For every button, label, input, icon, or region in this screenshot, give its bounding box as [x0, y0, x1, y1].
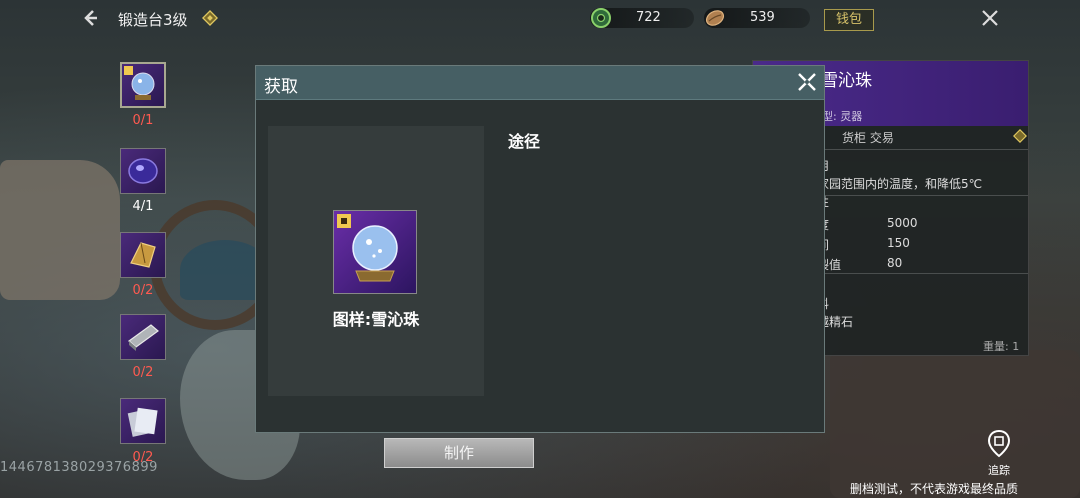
scenery-floor [830, 350, 1080, 498]
bean-coin-icon [705, 10, 725, 26]
material-slot-gold-crystal[interactable] [120, 232, 166, 278]
acquire-dialog: 获取 图样:雪沁珠 途径 [255, 65, 825, 433]
test-disclaimer: 删档测试，不代表游戏最终品质 [850, 482, 1019, 496]
bean-currency-value: 539 [750, 10, 775, 25]
blue-orb-icon [128, 158, 158, 184]
material-slot-silver-bar[interactable] [120, 314, 166, 360]
stat-value: 5000 [887, 216, 918, 230]
location-pin-icon [987, 429, 1011, 458]
dialog-header: 获取 [256, 66, 824, 100]
material-count: 0/2 [132, 283, 154, 298]
snow-orb-pattern-icon [337, 214, 398, 282]
gold-crystal-icon [130, 242, 156, 268]
track-button[interactable]: 追踪 [982, 429, 1016, 478]
item-card: 图样:雪沁珠 [268, 126, 484, 396]
material-slot-snow-orb[interactable] [120, 62, 166, 108]
jade-coin-icon [591, 8, 611, 28]
item-preview[interactable] [333, 210, 417, 294]
item-name: 图样:雪沁珠 [332, 310, 420, 329]
currency-bean: 539 [704, 8, 810, 28]
currency-jade: 722 [590, 8, 694, 28]
wallet-button[interactable]: 钱包 [824, 9, 874, 31]
source-diamond-icon[interactable] [1013, 129, 1027, 143]
effect-text: 家园范围内的温度，和降低5℃ [817, 177, 983, 191]
stat-value: 80 [887, 256, 903, 270]
material-count: 0/1 [132, 113, 154, 128]
detail-item-name: 雪沁珠 [821, 71, 872, 91]
stat-value: 150 [887, 236, 910, 250]
scenery-rock [0, 160, 120, 300]
item-weight: 重量: 1 [983, 340, 1020, 353]
material-count: 4/1 [132, 199, 154, 214]
back-arrow-icon[interactable] [80, 8, 100, 28]
make-button[interactable]: 制作 [384, 438, 534, 468]
silver-bar-icon [128, 324, 159, 351]
close-icon[interactable] [980, 8, 1000, 28]
snow-orb-pattern-icon [124, 66, 155, 100]
jade-currency-value: 722 [636, 10, 661, 25]
material-slot-blue-orb[interactable] [120, 148, 166, 194]
material-slot-paper[interactable] [120, 398, 166, 444]
player-uid: 1446781380293768​99 [0, 460, 158, 475]
page-title: 锻造台3级 [118, 11, 188, 29]
material-count: 0/2 [132, 365, 154, 380]
paper-sheet-icon [127, 407, 158, 437]
dialog-title: 获取 [264, 77, 298, 97]
close-icon[interactable] [796, 71, 818, 93]
track-label: 追踪 [988, 464, 1010, 477]
source-heading: 途径 [508, 132, 541, 151]
top-bar: 锻造台3级 722 539 钱包 [0, 0, 1080, 38]
info-diamond-icon[interactable] [202, 10, 218, 26]
detail-source: 货柜 交易 [842, 131, 894, 145]
